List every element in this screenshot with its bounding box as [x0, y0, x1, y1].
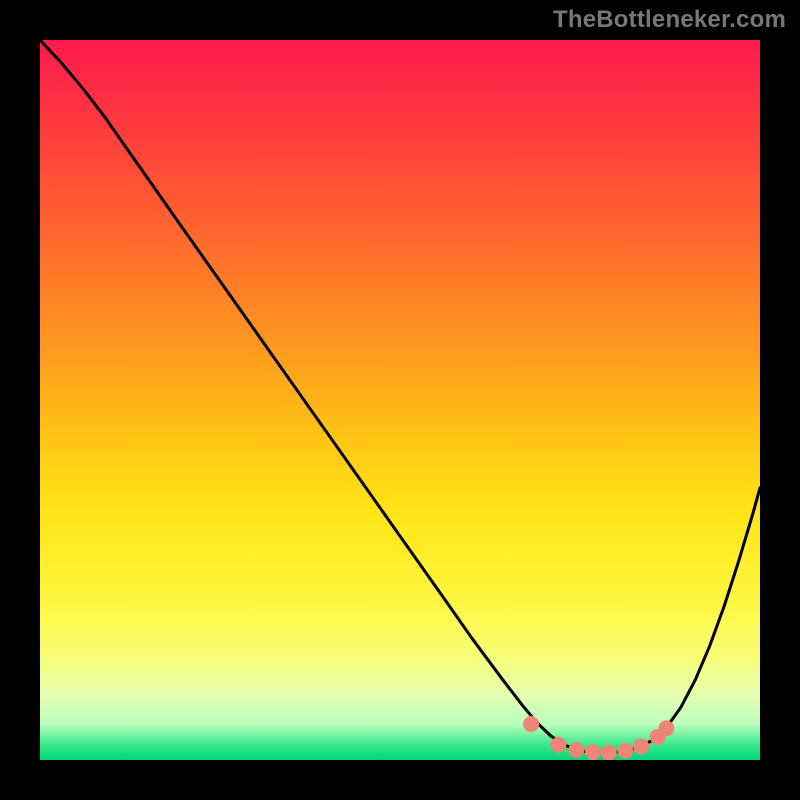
- chart-frame: TheBottleneker.com: [0, 0, 800, 800]
- marker-dot: [550, 737, 566, 753]
- curve-layer: [40, 40, 760, 760]
- marker-dot: [658, 720, 674, 736]
- bottleneck-curve: [40, 40, 760, 753]
- marker-dot: [523, 716, 539, 732]
- watermark-text: TheBottleneker.com: [553, 6, 786, 34]
- plot-area: [40, 40, 760, 760]
- marker-dot: [568, 742, 584, 758]
- marker-dot: [617, 743, 633, 759]
- optimal-markers: [523, 716, 674, 760]
- marker-dot: [601, 745, 617, 760]
- marker-dot: [585, 744, 601, 760]
- marker-dot: [633, 738, 649, 754]
